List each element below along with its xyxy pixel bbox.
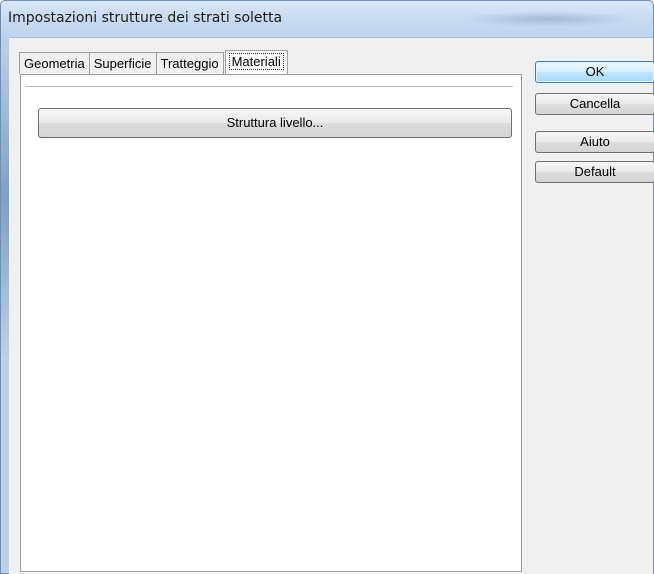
- window-frame-edge: [1, 37, 9, 573]
- tab-panel-materiali: [20, 74, 522, 572]
- tab-label: Superficie: [93, 56, 152, 71]
- tab-strip: Geometria Superficie Tratteggio Material…: [19, 50, 288, 74]
- dialog-client-area: Geometria Superficie Tratteggio Material…: [9, 37, 654, 574]
- default-button[interactable]: Default: [535, 161, 654, 183]
- tab-superficie[interactable]: Superficie: [88, 52, 157, 74]
- ok-button[interactable]: OK: [535, 61, 654, 83]
- tab-label: Tratteggio: [160, 56, 219, 71]
- tab-geometria[interactable]: Geometria: [19, 52, 90, 74]
- tab-tratteggio[interactable]: Tratteggio: [155, 52, 224, 74]
- help-button[interactable]: Aiuto: [535, 131, 654, 153]
- window-title: Impostazioni strutture dei strati solett…: [8, 10, 283, 26]
- tab-label: Geometria: [24, 56, 85, 71]
- title-bar[interactable]: Impostazioni strutture dei strati solett…: [1, 1, 653, 37]
- cancel-button[interactable]: Cancella: [535, 93, 654, 115]
- group-divider: [25, 86, 513, 87]
- tab-materiali[interactable]: Materiali: [224, 50, 288, 74]
- tab-label: Materiali: [228, 53, 284, 70]
- dialog-window: Impostazioni strutture dei strati solett…: [0, 0, 654, 574]
- struttura-livello-button[interactable]: Struttura livello...: [38, 108, 512, 138]
- title-bar-gloss: [463, 11, 633, 27]
